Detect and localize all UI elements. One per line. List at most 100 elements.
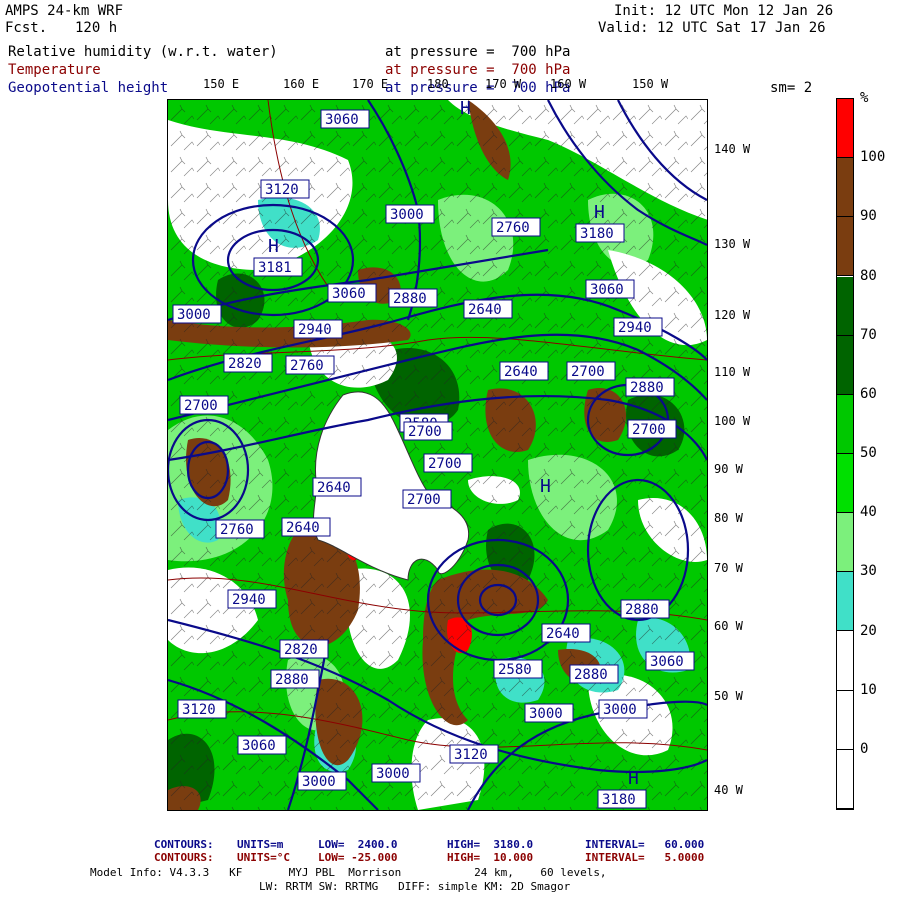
footer-contours-c-label: CONTOURS: bbox=[154, 851, 214, 864]
colorbar-tick-label: 30 bbox=[860, 563, 877, 580]
height-label: 2700 bbox=[184, 398, 218, 414]
lon-label-150e: 150 E bbox=[203, 77, 240, 91]
lon-label-120w: 120 W bbox=[714, 308, 751, 322]
height-label: 3000 bbox=[390, 207, 424, 223]
colorbar-tick-label: 60 bbox=[860, 385, 877, 402]
high-marker: H bbox=[460, 100, 471, 119]
field-geop-level: at pressure = 700 hPa bbox=[385, 80, 571, 96]
footer-contours-m-high: HIGH= 3180.0 bbox=[447, 838, 534, 851]
height-label: 3060 bbox=[650, 654, 684, 670]
colorbar-tick-label: 40 bbox=[860, 504, 877, 521]
colorbar-band bbox=[837, 749, 853, 809]
lon-label-160w: 160 W bbox=[550, 77, 587, 91]
lon-label-140w: 140 W bbox=[714, 142, 751, 156]
height-label: 2640 bbox=[286, 520, 320, 536]
height-label: 3060 bbox=[590, 282, 624, 298]
lon-label-50w: 50 W bbox=[714, 689, 743, 703]
lon-label-80w: 80 W bbox=[714, 511, 743, 525]
colorbar-band bbox=[837, 276, 853, 336]
height-label: 3181 bbox=[258, 260, 292, 276]
lon-label-160e: 160 E bbox=[283, 77, 320, 91]
height-label: 2700 bbox=[408, 424, 442, 440]
footer-contours-c-low: LOW= -25.000 bbox=[318, 851, 398, 864]
height-label: 3060 bbox=[242, 738, 276, 754]
footer-contours-c-high: HIGH= 10.000 bbox=[447, 851, 534, 864]
height-label: 3000 bbox=[529, 706, 563, 722]
lon-label-100w: 100 W bbox=[714, 414, 751, 428]
height-label: 2640 bbox=[504, 364, 538, 380]
height-label: 3060 bbox=[325, 112, 359, 128]
height-label: 2880 bbox=[275, 672, 309, 688]
height-label: 2700 bbox=[571, 364, 605, 380]
init-time: Init: 12 UTC Mon 12 Jan 26 bbox=[614, 3, 834, 19]
footer-contours-c-units: UNITS=°C bbox=[237, 851, 290, 864]
height-label: 3000 bbox=[177, 307, 211, 323]
footer-contours-m-low: LOW= 2400.0 bbox=[318, 838, 398, 851]
height-label: 2880 bbox=[574, 667, 608, 683]
height-label: 2940 bbox=[298, 322, 332, 338]
colorbar-tick-label: 20 bbox=[860, 622, 877, 639]
forecast-label: Fcst. bbox=[5, 20, 48, 36]
height-label: 2820 bbox=[284, 642, 318, 658]
lon-label-170w: 170 W bbox=[485, 77, 522, 91]
height-label: 3180 bbox=[602, 792, 636, 808]
high-marker: H bbox=[628, 768, 639, 789]
height-label: 2820 bbox=[228, 356, 262, 372]
height-label: 2880 bbox=[625, 602, 659, 618]
height-label: 3180 bbox=[580, 226, 614, 242]
lon-label-150w: 150 W bbox=[632, 77, 669, 91]
height-label: 2700 bbox=[632, 422, 666, 438]
field-temp-name: Temperature bbox=[8, 62, 101, 78]
valid-time: Valid: 12 UTC Sat 17 Jan 26 bbox=[598, 20, 826, 36]
colorbar-band bbox=[837, 454, 853, 514]
height-label: 3000 bbox=[603, 702, 637, 718]
height-label: 2700 bbox=[428, 456, 462, 472]
colorbar bbox=[836, 98, 854, 810]
colorbar-band bbox=[837, 690, 853, 750]
smoothing-label: sm= 2 bbox=[770, 80, 813, 96]
field-rh-level: at pressure = 700 hPa bbox=[385, 44, 571, 60]
lon-label-130w: 130 W bbox=[714, 237, 751, 251]
colorbar-tick-label: 90 bbox=[860, 208, 877, 225]
weather-map-canvas: 3060 3120 3181 3060 2880 2940 3000 3000 … bbox=[168, 100, 707, 810]
footer-model-info-1: Model Info: V4.3.3 KF MYJ PBL Morrison 2… bbox=[90, 866, 607, 879]
height-label: 2760 bbox=[496, 220, 530, 236]
colorbar-band bbox=[837, 217, 853, 277]
height-label: 2760 bbox=[220, 522, 254, 538]
height-label: 2940 bbox=[232, 592, 266, 608]
lon-label-110w: 110 W bbox=[714, 365, 751, 379]
colorbar-tick-label: 10 bbox=[860, 681, 877, 698]
height-label: 2760 bbox=[290, 358, 324, 374]
footer-contours-m-interval: INTERVAL= 60.000 bbox=[585, 838, 705, 851]
colorbar-unit: % bbox=[860, 90, 869, 106]
colorbar-tick-label: 0 bbox=[860, 740, 869, 757]
colorbar-tick-label: 100 bbox=[860, 149, 886, 166]
height-label: 2700 bbox=[407, 492, 441, 508]
height-label: 2640 bbox=[546, 626, 580, 642]
height-label: 3000 bbox=[302, 774, 336, 790]
weather-map: 3060 3120 3181 3060 2880 2940 3000 3000 … bbox=[167, 99, 708, 811]
height-label: 2940 bbox=[618, 320, 652, 336]
colorbar-tick-label: 50 bbox=[860, 445, 877, 461]
lon-label-60w: 60 W bbox=[714, 619, 743, 633]
height-label: 2640 bbox=[317, 480, 351, 496]
colorbar-band bbox=[837, 99, 853, 159]
colorbar-band bbox=[837, 631, 853, 691]
field-temp-level: at pressure = 700 hPa bbox=[385, 62, 571, 78]
height-label: 3120 bbox=[182, 702, 216, 718]
footer-contours-m-label: CONTOURS: bbox=[154, 838, 214, 851]
height-label: 2880 bbox=[630, 380, 664, 396]
lon-label-90w: 90 W bbox=[714, 462, 743, 476]
height-label: 3000 bbox=[376, 766, 410, 782]
footer-model-info-2: LW: RRTM SW: RRTMG DIFF: simple KM: 2D S… bbox=[259, 880, 571, 893]
lon-label-180: 180 bbox=[427, 77, 449, 91]
lon-label-70w: 70 W bbox=[714, 561, 743, 575]
colorbar-band bbox=[837, 158, 853, 218]
lon-label-170e: 170 E bbox=[352, 77, 389, 91]
footer-contours-c-interval: INTERVAL= 5.0000 bbox=[585, 851, 705, 864]
colorbar-tick-label: 70 bbox=[860, 326, 877, 343]
height-label: 2880 bbox=[393, 291, 427, 307]
colorbar-tick-label: 80 bbox=[860, 267, 877, 284]
colorbar-band bbox=[837, 572, 853, 632]
footer-contours-m-units: UNITS=m bbox=[237, 838, 284, 851]
